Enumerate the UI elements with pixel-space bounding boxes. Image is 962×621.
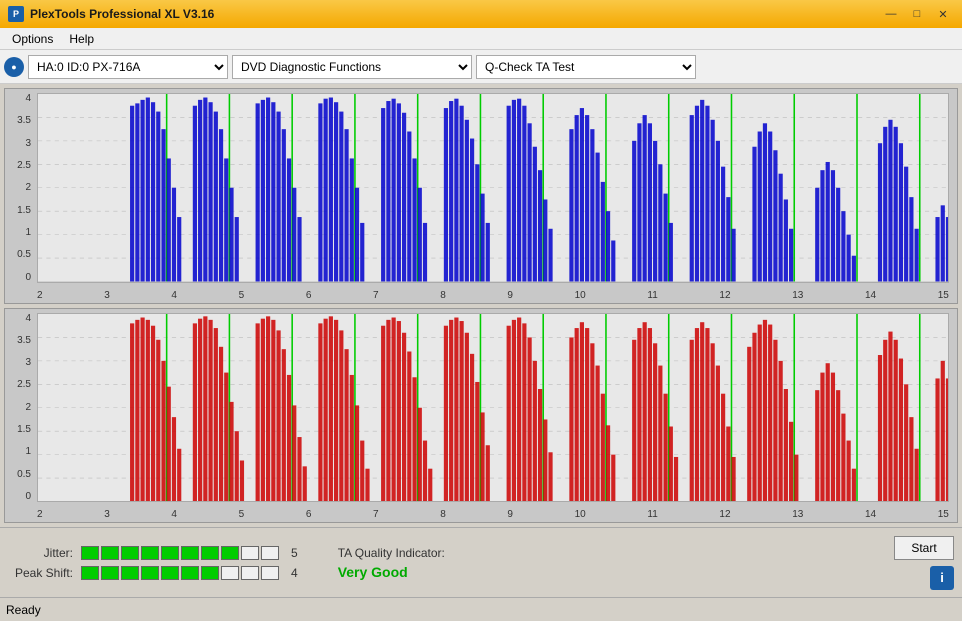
jitter-cell-6 <box>181 546 199 560</box>
jitter-value: 5 <box>291 546 298 560</box>
status-text: Ready <box>6 603 41 617</box>
jitter-cell-9 <box>241 546 259 560</box>
title-text: PlexTools Professional XL V3.16 <box>30 7 214 21</box>
start-button[interactable]: Start <box>894 536 954 560</box>
top-chart-svg <box>38 94 948 282</box>
peak-cell-4 <box>141 566 159 580</box>
bottom-panel: Jitter: 5 Peak Shift: <box>0 527 962 597</box>
jitter-cell-3 <box>121 546 139 560</box>
peak-cell-9 <box>241 566 259 580</box>
menu-bar: Options Help <box>0 28 962 50</box>
jitter-meter <box>81 546 279 560</box>
ta-quality-value: Very Good <box>338 564 445 580</box>
main-content: 4 3.5 3 2.5 2 1.5 1 0.5 0 <box>0 84 962 527</box>
title-bar: P PlexTools Professional XL V3.16 — □ ✕ <box>0 0 962 28</box>
jitter-cell-5 <box>161 546 179 560</box>
jitter-cell-10 <box>261 546 279 560</box>
jitter-cell-1 <box>81 546 99 560</box>
window-controls: — □ ✕ <box>880 6 954 22</box>
app-icon: P <box>8 6 24 22</box>
start-btn-area: Start i <box>894 536 954 590</box>
info-button[interactable]: i <box>930 566 954 590</box>
status-bar: Ready <box>0 597 962 621</box>
peak-shift-row: Peak Shift: 4 <box>8 566 298 580</box>
drive-selector[interactable]: HA:0 ID:0 PX-716A <box>28 55 228 79</box>
ta-quality-label: TA Quality Indicator: <box>338 546 445 560</box>
test-selector[interactable]: Q-Check TA Test <box>476 55 696 79</box>
jitter-cell-4 <box>141 546 159 560</box>
top-chart-inner <box>37 93 949 283</box>
peak-cell-6 <box>181 566 199 580</box>
bottom-chart-container: 4 3.5 3 2.5 2 1.5 1 0.5 0 <box>4 308 958 524</box>
top-chart-x-axis: 2 3 4 5 6 7 8 9 10 11 12 13 14 15 <box>37 290 949 301</box>
jitter-cell-2 <box>101 546 119 560</box>
title-bar-left: P PlexTools Professional XL V3.16 <box>8 6 214 22</box>
jitter-cell-8 <box>221 546 239 560</box>
peak-cell-1 <box>81 566 99 580</box>
close-button[interactable]: ✕ <box>932 6 954 22</box>
maximize-button[interactable]: □ <box>906 6 928 22</box>
toolbar: ● HA:0 ID:0 PX-716A DVD Diagnostic Funct… <box>0 50 962 84</box>
jitter-label: Jitter: <box>8 546 73 560</box>
top-chart-container: 4 3.5 3 2.5 2 1.5 1 0.5 0 <box>4 88 958 304</box>
peak-cell-5 <box>161 566 179 580</box>
function-selector[interactable]: DVD Diagnostic Functions <box>232 55 472 79</box>
peak-cell-3 <box>121 566 139 580</box>
menu-help[interactable]: Help <box>61 30 102 48</box>
jitter-row: Jitter: 5 <box>8 546 298 560</box>
bottom-chart-x-axis: 2 3 4 5 6 7 8 9 10 11 12 13 14 15 <box>37 509 949 520</box>
peak-cell-2 <box>101 566 119 580</box>
peak-cell-7 <box>201 566 219 580</box>
peak-shift-meter <box>81 566 279 580</box>
bottom-chart-y-axis: 4 3.5 3 2.5 2 1.5 1 0.5 0 <box>5 313 35 503</box>
peak-cell-8 <box>221 566 239 580</box>
bottom-chart-svg <box>38 314 948 502</box>
peak-shift-label: Peak Shift: <box>8 566 73 580</box>
menu-options[interactable]: Options <box>4 30 61 48</box>
top-chart-y-axis: 4 3.5 3 2.5 2 1.5 1 0.5 0 <box>5 93 35 283</box>
drive-select-area: ● HA:0 ID:0 PX-716A <box>4 55 228 79</box>
bottom-chart-inner <box>37 313 949 503</box>
drive-icon: ● <box>4 57 24 77</box>
peak-cell-10 <box>261 566 279 580</box>
jitter-cell-7 <box>201 546 219 560</box>
minimize-button[interactable]: — <box>880 6 902 22</box>
peak-shift-value: 4 <box>291 566 298 580</box>
